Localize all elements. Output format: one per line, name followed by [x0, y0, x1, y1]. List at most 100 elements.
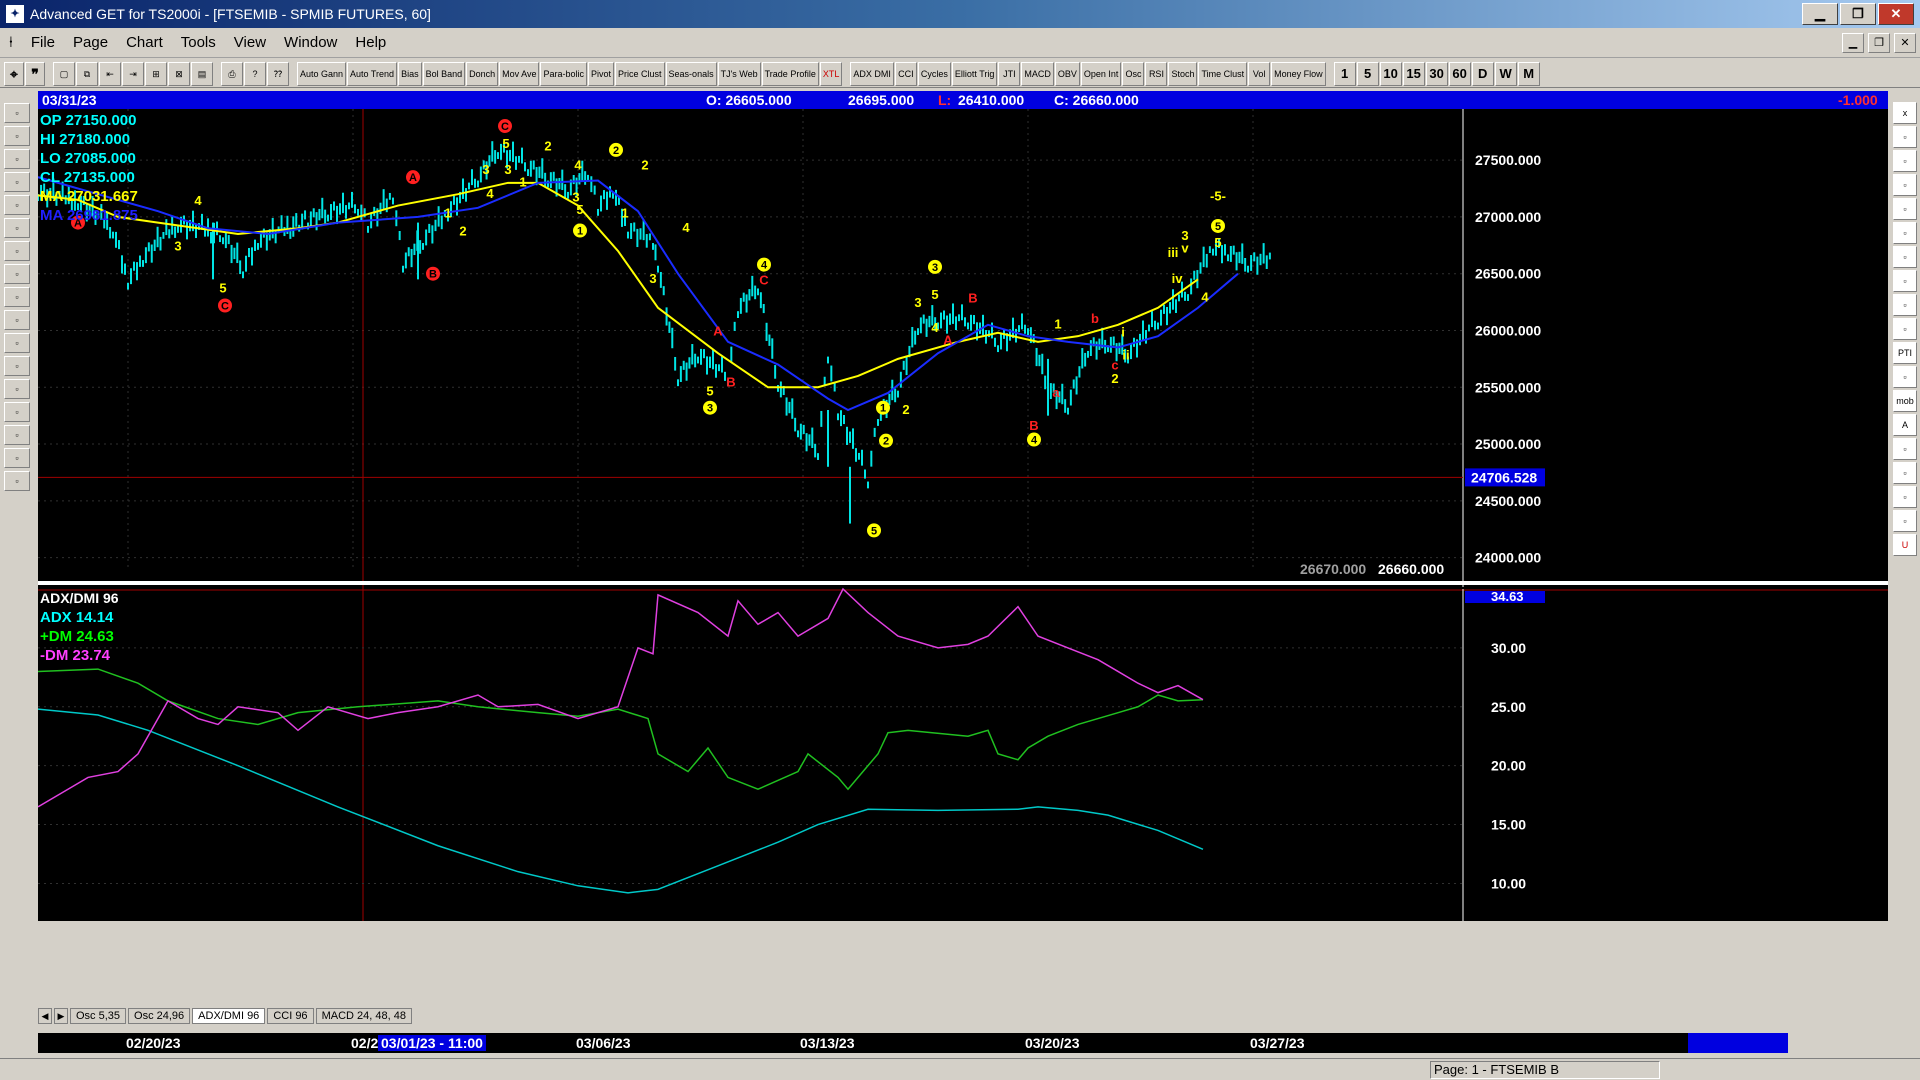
chart-area[interactable]: 27500.000 27000.000 26500.000 26000.000 2550… [38, 109, 1888, 1004]
minimize-button[interactable]: ▁ [1802, 3, 1838, 25]
osc-button-1[interactable]: CCI [894, 61, 917, 86]
study-button-5[interactable]: Mov Ave [499, 61, 540, 86]
elliott-tool-icon[interactable]: ▫ [4, 126, 30, 146]
osc-button-9[interactable]: RSI [1145, 61, 1168, 86]
study-button-1[interactable]: Auto Trend [347, 61, 398, 86]
clear-tool-icon[interactable]: ▫ [1893, 486, 1917, 508]
book-tool-icon[interactable]: ▫ [1893, 510, 1917, 532]
U-tool-icon[interactable]: U [1893, 534, 1917, 556]
interval-button-D[interactable]: D [1471, 61, 1494, 86]
study-button-4[interactable]: Donch [466, 61, 499, 86]
arrow-tool-icon[interactable]: ▫ [1893, 246, 1917, 268]
left-tool-icon[interactable]: ▫ [4, 264, 30, 284]
menu-view[interactable]: View [225, 34, 275, 51]
stack-tool-icon[interactable]: ▫ [1893, 270, 1917, 292]
menu-window[interactable]: Window [275, 34, 346, 51]
print-tool-icon[interactable]: ▫ [4, 471, 30, 491]
osc-button-3[interactable]: Elliott Trig [951, 61, 998, 86]
tab-cci[interactable]: CCI 96 [267, 1008, 314, 1024]
grid-icon[interactable]: ⊠ [168, 61, 190, 86]
ring-tool-icon[interactable]: ▫ [1893, 222, 1917, 244]
interval-button-60[interactable]: 60 [1448, 61, 1471, 86]
new-page-icon[interactable]: ▢ [53, 61, 75, 86]
pencil-tool-icon[interactable]: ▫ [1893, 126, 1917, 148]
open-tool-icon[interactable]: ▫ [4, 103, 30, 123]
interval-button-M[interactable]: M [1517, 61, 1540, 86]
up-tool-icon[interactable]: ▫ [4, 218, 30, 238]
study-button-10[interactable]: TJ's Web [717, 61, 761, 86]
osc-button-11[interactable]: Time Clust [1198, 61, 1248, 86]
slash-tool-icon[interactable]: ▫ [1893, 318, 1917, 340]
copy-icon[interactable]: ⧉ [76, 61, 98, 86]
page-nav2-icon[interactable]: ⇥ [122, 61, 144, 86]
mdi-restore-button[interactable]: ❐ [1868, 33, 1890, 53]
print-icon[interactable]: ⎙ [221, 61, 243, 86]
mdi-minimize-button[interactable]: ▁ [1842, 33, 1864, 53]
study-button-0[interactable]: Auto Gann [297, 61, 347, 86]
help-icon[interactable]: ? [244, 61, 266, 86]
layout-icon[interactable]: ⊞ [145, 61, 167, 86]
cross-tool-icon[interactable]: ▫ [4, 448, 30, 468]
study-button-12[interactable]: XTL [819, 61, 843, 86]
mob-tool-icon[interactable]: mob [1893, 390, 1917, 412]
fib-ret-tool-icon[interactable]: ▫ [1893, 150, 1917, 172]
tab-next-arrow[interactable]: ▶ [54, 1008, 68, 1024]
reset-tool-icon[interactable]: ▫ [4, 149, 30, 169]
osc-button-8[interactable]: Osc [1122, 61, 1145, 86]
mdi-close-button[interactable]: ✕ [1894, 33, 1916, 53]
interval-button-15[interactable]: 15 [1402, 61, 1425, 86]
close-button[interactable]: ✕ [1878, 3, 1914, 25]
osc-button-7[interactable]: Open Int [1080, 61, 1122, 86]
tab-adx-dmi[interactable]: ADX/DMI 96 [192, 1008, 266, 1024]
A-tool-icon[interactable]: A [1893, 414, 1917, 436]
zoom-tool-icon[interactable]: ▫ [4, 310, 30, 330]
interval-button-5[interactable]: 5 [1356, 61, 1379, 86]
osc-button-5[interactable]: MACD [1021, 61, 1054, 86]
grid-tool-icon[interactable]: ▫ [1893, 366, 1917, 388]
interval-button-30[interactable]: 30 [1425, 61, 1448, 86]
fib-ext-tool-icon[interactable]: ▫ [1893, 174, 1917, 196]
query-icon[interactable]: ⁇ [267, 61, 289, 86]
study-button-8[interactable]: Price Clust [615, 61, 665, 86]
study-button-7[interactable]: Pivot [588, 61, 615, 86]
osc-button-10[interactable]: Stoch [1168, 61, 1198, 86]
right-tool-icon[interactable]: ▫ [4, 287, 30, 307]
menu-help[interactable]: Help [346, 34, 395, 51]
osc-button-0[interactable]: ADX DMI [850, 61, 894, 86]
study-button-2[interactable]: Bias [398, 61, 422, 86]
grid-tool-icon[interactable]: ▫ [4, 356, 30, 376]
fit-tool-icon[interactable]: ▫ [4, 333, 30, 353]
lines-tool-icon[interactable]: ▫ [4, 379, 30, 399]
study-button-11[interactable]: Trade Profile [761, 61, 819, 86]
ellipse-tool-icon[interactable]: ▫ [1893, 294, 1917, 316]
page-nav-icon[interactable]: ⇤ [99, 61, 121, 86]
cursor-icon[interactable]: ⌖ [4, 61, 24, 86]
x-tool-icon[interactable]: x [1893, 102, 1917, 124]
down-tool-icon[interactable]: ▫ [4, 241, 30, 261]
tab-osc-5-35[interactable]: Osc 5,35 [70, 1008, 127, 1024]
osc-button-4[interactable]: JTI [998, 61, 1021, 86]
osc-button-12[interactable]: Vol [1248, 61, 1271, 86]
PTI-tool-icon[interactable]: PTI [1893, 342, 1917, 364]
tile-icon[interactable]: ▤ [191, 61, 213, 86]
app-menu-icon[interactable]: ⍿ [0, 34, 22, 51]
study-button-3[interactable]: Bol Band [422, 61, 466, 86]
bars-icon[interactable]: ❞ [25, 61, 45, 86]
study-button-9[interactable]: Seas-onals [665, 61, 717, 86]
osc-button-13[interactable]: Money Flow [1271, 61, 1326, 86]
fib-time-tool-icon[interactable]: ▫ [1893, 198, 1917, 220]
menu-file[interactable]: File [22, 34, 64, 51]
osc-button-2[interactable]: Cycles [917, 61, 951, 86]
fib-tool-icon[interactable]: ▫ [4, 425, 30, 445]
zoom-tool-icon[interactable]: ▫ [1893, 438, 1917, 460]
magnet-tool-icon[interactable]: ▫ [1893, 462, 1917, 484]
interval-button-10[interactable]: 10 [1379, 61, 1402, 86]
menu-page[interactable]: Page [64, 34, 117, 51]
osc-button-6[interactable]: OBV [1054, 61, 1080, 86]
interval-button-1[interactable]: 1 [1333, 61, 1356, 86]
interval-button-W[interactable]: W [1494, 61, 1517, 86]
menu-tools[interactable]: Tools [172, 34, 225, 51]
gann-tool-icon[interactable]: ▫ [4, 402, 30, 422]
restore-button[interactable]: ❐ [1840, 3, 1876, 25]
menu-chart[interactable]: Chart [117, 34, 172, 51]
